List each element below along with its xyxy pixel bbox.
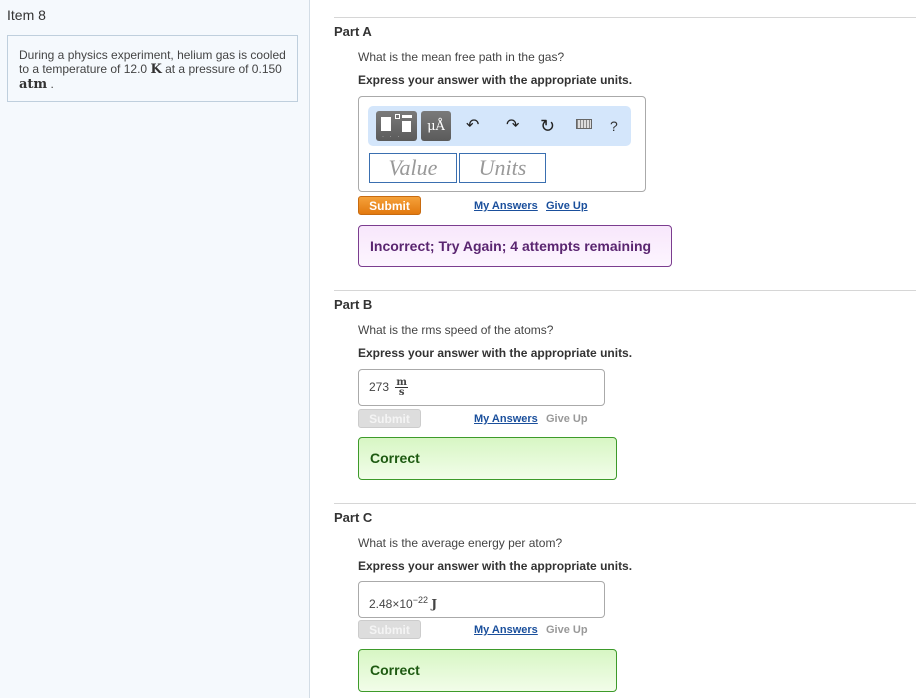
templates-icon-part [395, 114, 400, 119]
keyboard-icon[interactable] [576, 119, 592, 129]
templates-icon-part [402, 115, 412, 118]
part-c-answer: 2.48×10−22 J [358, 581, 605, 618]
answer-value: 273 [369, 380, 390, 394]
problem-text: at a pressure of 0.150 [165, 62, 282, 76]
units-input[interactable]: Units [459, 153, 546, 183]
part-b-give-up-link: Give Up [546, 413, 588, 425]
part-b-feedback-correct: Correct [358, 437, 617, 480]
part-divider [334, 17, 916, 18]
problem-text: . [50, 77, 54, 91]
part-a-answer-editor: · · · μÅ ↶ ↷ ↻ ? Value Units [358, 96, 646, 192]
part-b-my-answers-link[interactable]: My Answers [474, 413, 538, 425]
units-button[interactable]: μÅ [421, 111, 451, 141]
templates-icon [381, 117, 391, 131]
part-c-my-answers-link[interactable]: My Answers [474, 624, 538, 636]
part-b-title[interactable]: Part B [334, 297, 372, 312]
item-title: Item 8 [7, 7, 46, 23]
part-a-submit-button[interactable]: Submit [358, 196, 421, 215]
part-a-instruction: Express your answer with the appropriate… [358, 73, 633, 87]
part-b-instruction: Express your answer with the appropriate… [358, 346, 633, 360]
part-c-question: What is the average energy per atom? [358, 536, 563, 550]
reset-icon[interactable]: ↻ [540, 116, 555, 136]
answer-unit: J [431, 597, 438, 611]
undo-icon[interactable]: ↶ [466, 116, 479, 136]
part-b-submit-button: Submit [358, 409, 421, 428]
help-icon[interactable]: ? [610, 116, 618, 136]
answer-unit-fraction: m s [395, 378, 408, 399]
templates-icon-part [402, 121, 411, 132]
part-c-title[interactable]: Part C [334, 510, 372, 525]
redo-icon[interactable]: ↷ [506, 116, 519, 136]
part-c-submit-button: Submit [358, 620, 421, 639]
templates-button[interactable]: · · · [376, 111, 417, 141]
part-a-question: What is the mean free path in the gas? [358, 50, 565, 64]
math-toolbar: · · · μÅ ↶ ↷ ↻ ? [368, 106, 631, 146]
part-a-give-up-link[interactable]: Give Up [546, 200, 588, 212]
part-b-question: What is the rms speed of the atoms? [358, 323, 554, 337]
part-b-answer: 273 m s [358, 369, 605, 406]
problem-panel: Item 8 During a physics experiment, heli… [0, 0, 310, 698]
part-c-instruction: Express your answer with the appropriate… [358, 559, 633, 573]
pressure-unit: atm [19, 77, 48, 92]
part-a-my-answers-link[interactable]: My Answers [474, 200, 538, 212]
part-a-feedback-incorrect: Incorrect; Try Again; 4 attempts remaini… [358, 225, 672, 267]
problem-statement: During a physics experiment, helium gas … [7, 35, 298, 102]
answer-mantissa: 2.48×10 [369, 597, 413, 611]
part-c-feedback-correct: Correct [358, 649, 617, 692]
parts-panel: Part A What is the mean free path in the… [311, 0, 922, 698]
part-divider [334, 503, 916, 504]
unit-denominator: s [398, 387, 405, 399]
templates-icon-dots: · · · [382, 134, 402, 140]
value-input[interactable]: Value [369, 153, 457, 183]
answer-exponent: −22 [412, 595, 428, 605]
part-c-give-up-link: Give Up [546, 624, 588, 636]
part-divider [334, 290, 916, 291]
temperature-unit: K [150, 62, 162, 77]
part-a-title[interactable]: Part A [334, 24, 372, 39]
